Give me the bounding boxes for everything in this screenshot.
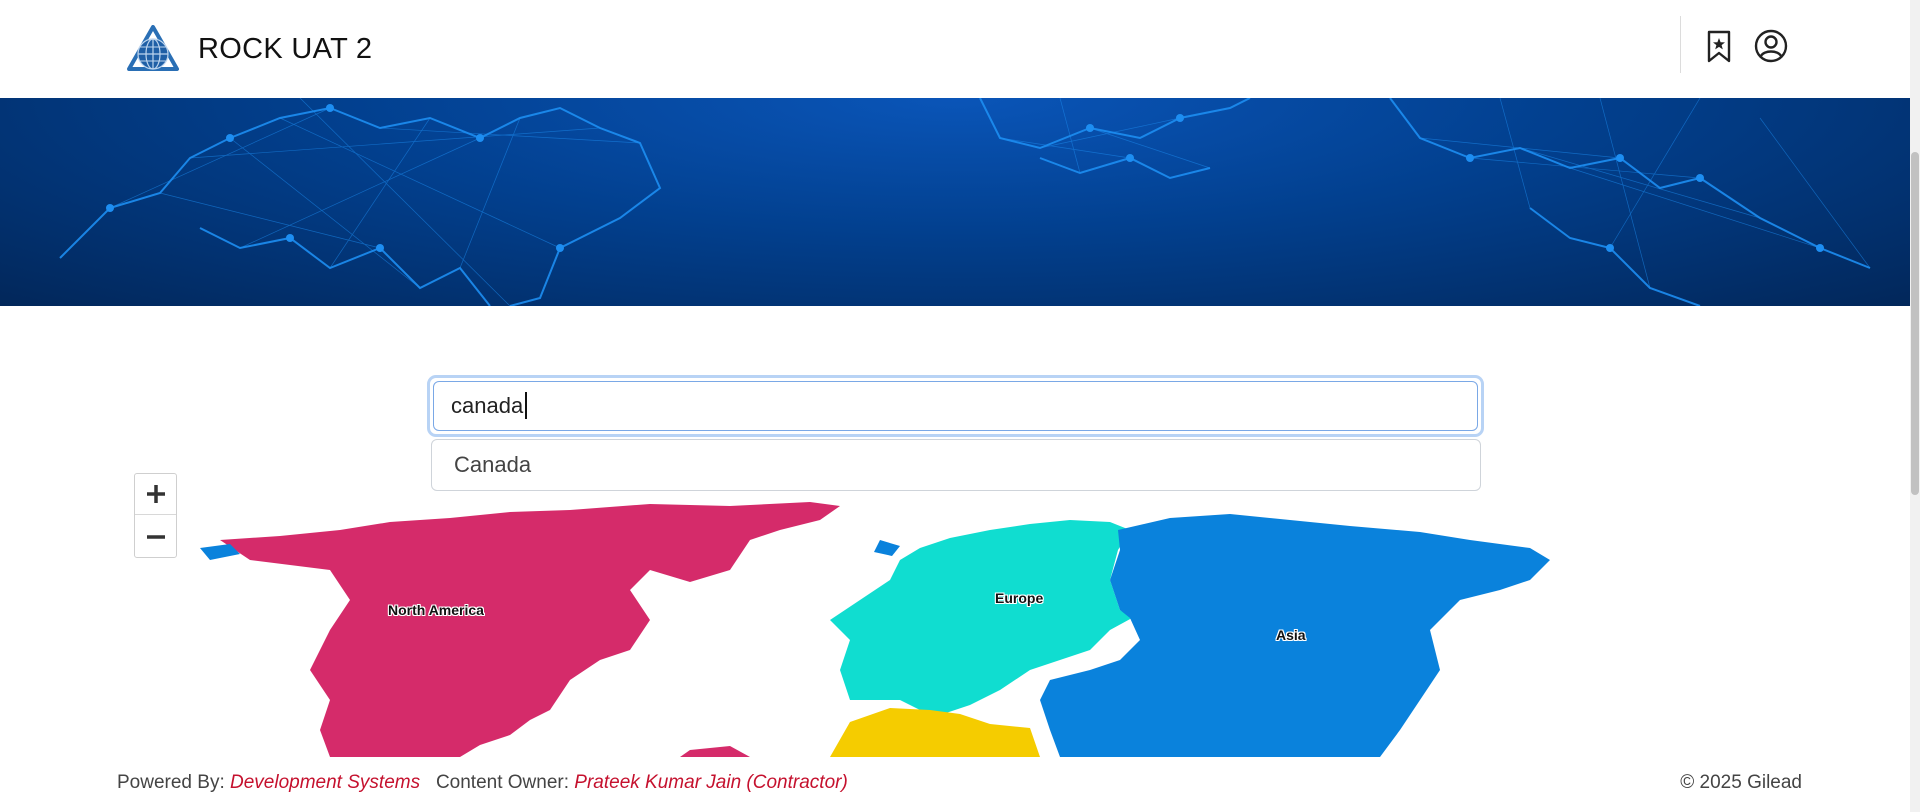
copyright: © 2025 Gilead: [1680, 772, 1802, 793]
user-account-button[interactable]: [1753, 28, 1789, 64]
hero-banner: [0, 98, 1910, 306]
search-input[interactable]: [433, 381, 1478, 431]
region-label-north-america: North America: [388, 602, 484, 618]
region-north-america[interactable]: [220, 502, 840, 757]
world-network-graphic: [59, 98, 1871, 306]
bookmarks-button[interactable]: [1701, 28, 1737, 64]
region-label-asia: Asia: [1276, 627, 1306, 643]
bookmark-star-icon: [1707, 30, 1731, 62]
text-caret: [525, 392, 527, 419]
powered-by-label: Powered By:: [117, 772, 225, 793]
content-owner-link[interactable]: Prateek Kumar Jain (Contractor): [574, 772, 848, 793]
scrollbar-thumb[interactable]: [1911, 152, 1919, 495]
header-divider: [1680, 16, 1681, 73]
zoom-in-button[interactable]: [135, 474, 176, 515]
globe-logo-icon: [127, 25, 179, 71]
page: ROCK UAT 2 canada Canada North America E…: [0, 0, 1920, 812]
brand[interactable]: ROCK UAT 2: [127, 25, 372, 73]
zoom-control: [134, 473, 177, 558]
app-title: ROCK UAT 2: [198, 32, 373, 65]
region-label-europe: Europe: [995, 590, 1044, 606]
content-owner-label: Content Owner:: [435, 772, 570, 793]
world-map: [130, 500, 1570, 757]
autocomplete-dropdown: Canada: [431, 439, 1481, 491]
minus-icon: [146, 534, 165, 539]
plus-icon: [146, 485, 165, 503]
zoom-out-button[interactable]: [135, 516, 176, 557]
world-map-canvas: [200, 502, 1550, 757]
region-africa[interactable]: [830, 708, 1040, 757]
footer: Powered By: Development Systems Content …: [0, 757, 1910, 812]
footer-credits: Powered By: Development Systems Content …: [117, 772, 848, 794]
top-navbar: ROCK UAT 2: [0, 0, 1910, 98]
user-account-icon: [1754, 29, 1788, 63]
search-box: [427, 375, 1484, 437]
powered-by-link[interactable]: Development Systems: [230, 772, 420, 793]
suggestion-item[interactable]: Canada: [454, 452, 531, 478]
